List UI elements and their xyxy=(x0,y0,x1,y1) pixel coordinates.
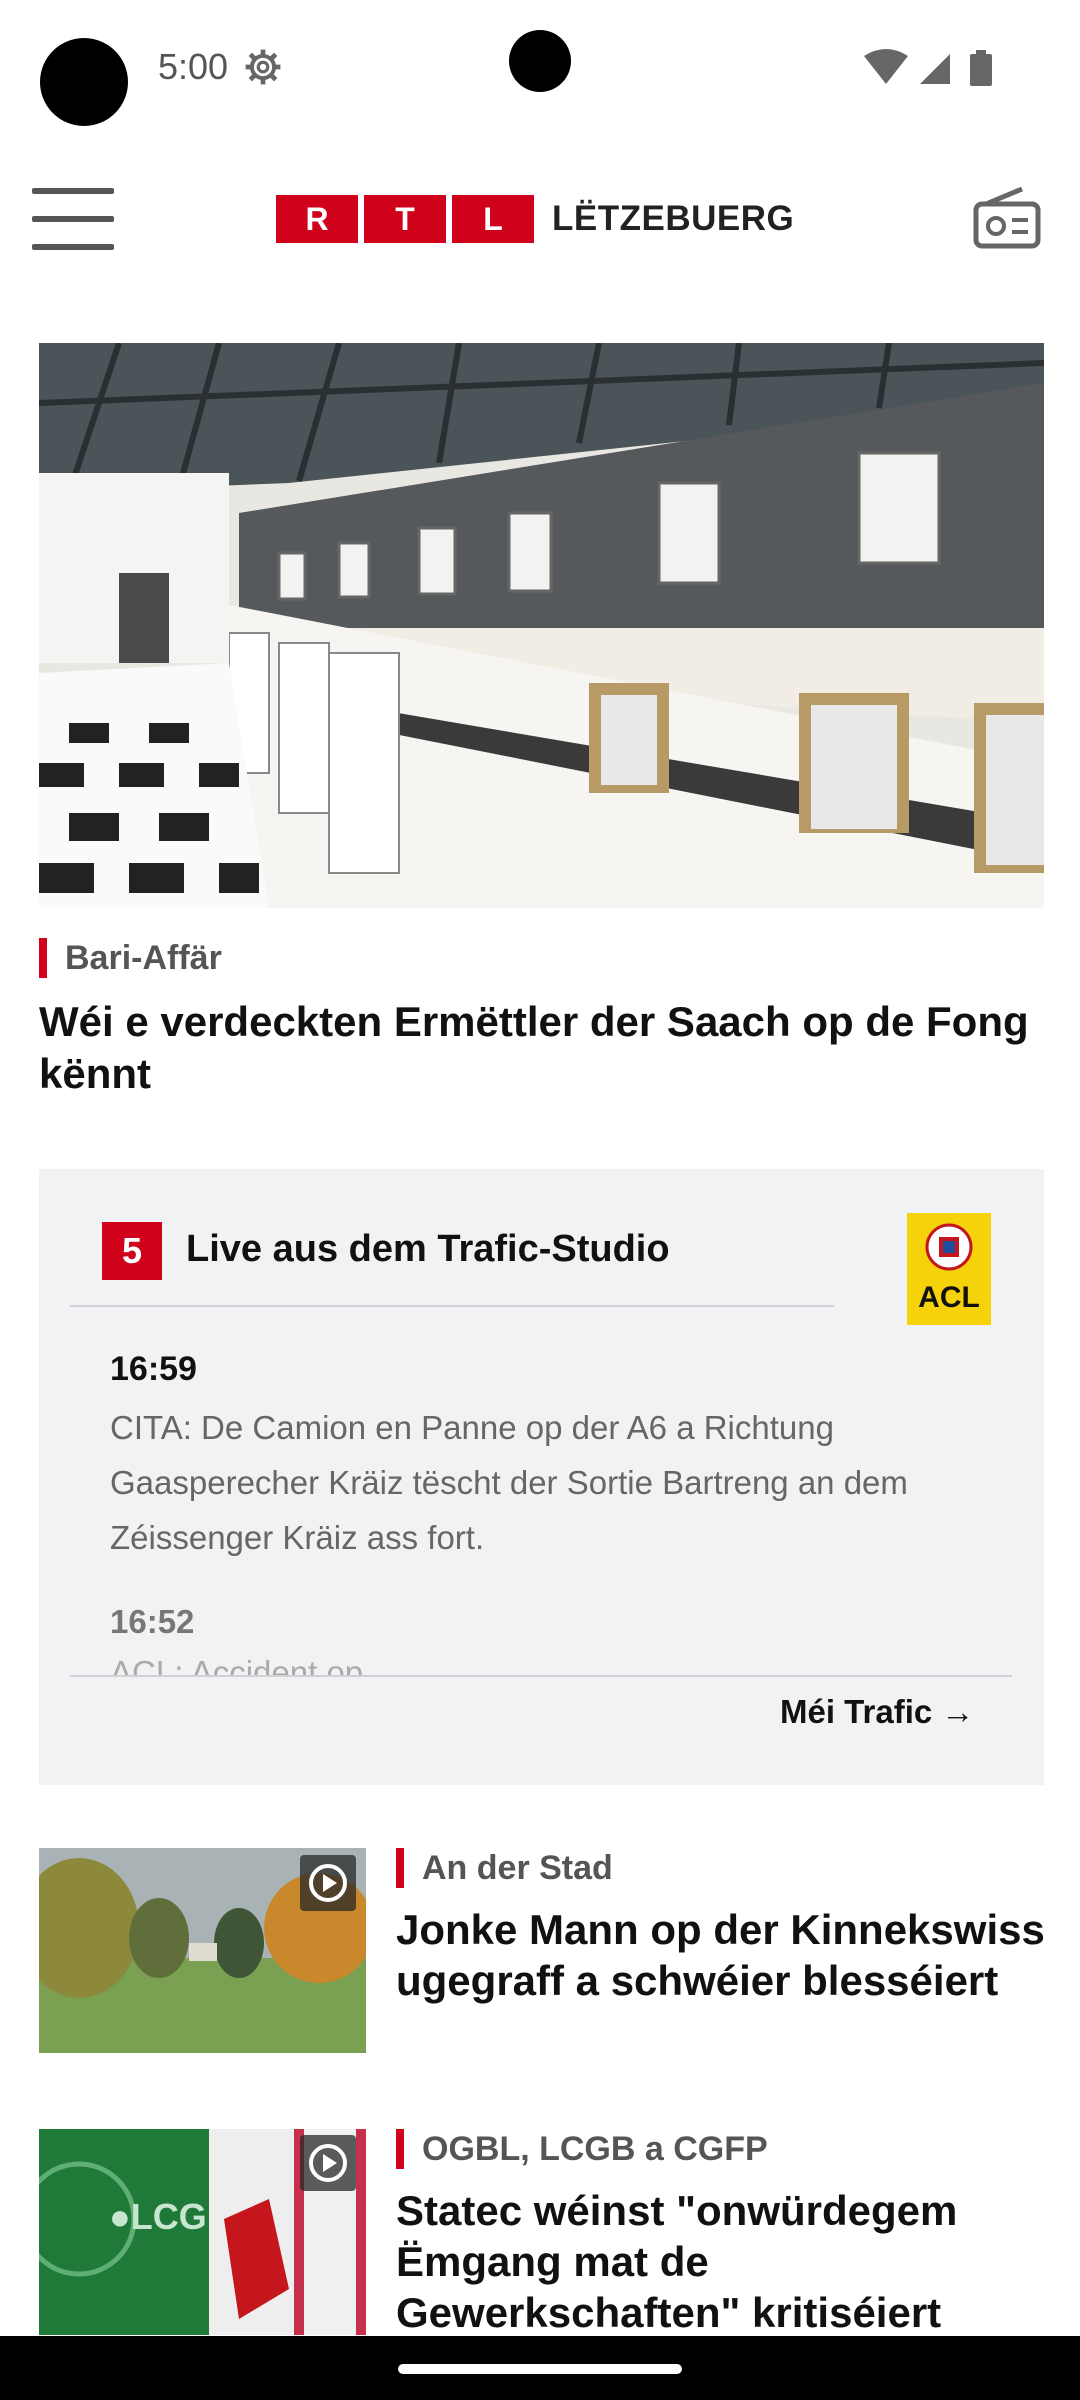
traffic-entry-faded: ACL: Accident op ... xyxy=(70,1648,1010,1676)
logo-letter-r: R xyxy=(276,195,358,243)
system-status-icons xyxy=(864,49,992,86)
radio-icon[interactable] xyxy=(972,186,1042,250)
hamburger-menu-icon[interactable] xyxy=(28,186,118,256)
divider xyxy=(70,1675,1012,1677)
kicker-accent-bar xyxy=(396,1848,404,1888)
settings-gear-icon xyxy=(245,49,281,85)
divider xyxy=(70,1305,834,1307)
logo-letter-t: T xyxy=(364,195,446,243)
traffic-channel-badge: 5 xyxy=(102,1222,162,1280)
wifi-icon xyxy=(864,49,908,84)
hero-article-image[interactable] xyxy=(39,343,1044,908)
traffic-entry-text: CITA: De Camion en Panne op der A6 a Ric… xyxy=(110,1409,908,1556)
acl-emblem-icon xyxy=(925,1223,973,1271)
front-camera xyxy=(509,30,571,92)
article-kicker[interactable]: An der Stad xyxy=(396,1848,613,1888)
more-traffic-link[interactable]: Méi Trafic → xyxy=(780,1693,974,1731)
traffic-entry-text: ACL: Accident op ... xyxy=(110,1654,400,1676)
battery-icon xyxy=(970,50,992,86)
hero-kicker[interactable]: Bari-Affär xyxy=(39,938,222,978)
status-time: 5:00 xyxy=(158,46,229,87)
profile-avatar xyxy=(40,38,128,126)
traffic-entry-time: 16:59 xyxy=(110,1350,197,1388)
hero-title[interactable]: Wéi e verdeckten Ermëttler der Saach op … xyxy=(39,996,1039,1100)
logo-wordmark: LËTZEBUERG xyxy=(552,199,795,238)
article-kicker[interactable]: OGBL, LCGB a CGFP xyxy=(396,2129,768,2169)
kicker-accent-bar xyxy=(396,2129,404,2169)
kicker-accent-bar xyxy=(39,938,47,978)
article-kicker-label: An der Stad xyxy=(422,1848,613,1887)
traffic-card-title[interactable]: Live aus dem Trafic-Studio xyxy=(186,1228,670,1271)
video-play-icon xyxy=(300,1855,356,1911)
acl-logo-text: ACL xyxy=(918,1281,980,1314)
acl-logo: ACL xyxy=(907,1213,991,1325)
rtl-logo[interactable]: R T L LËTZEBUERG xyxy=(276,194,794,244)
article-title[interactable]: Statec wéinst "onwürdegem Ëmgang mat de … xyxy=(396,2185,1056,2338)
logo-letter-l: L xyxy=(452,195,534,243)
article-title[interactable]: Jonke Mann op der Kinnekswiss ugegraff a… xyxy=(396,1904,1056,2006)
hero-kicker-label: Bari-Affär xyxy=(65,938,222,977)
signal-icon xyxy=(920,54,950,84)
article-kicker-label: OGBL, LCGB a CGFP xyxy=(422,2129,768,2168)
traffic-entry-time: 16:52 xyxy=(110,1603,195,1640)
video-play-icon xyxy=(300,2135,356,2191)
home-gesture-handle[interactable] xyxy=(398,2364,682,2374)
